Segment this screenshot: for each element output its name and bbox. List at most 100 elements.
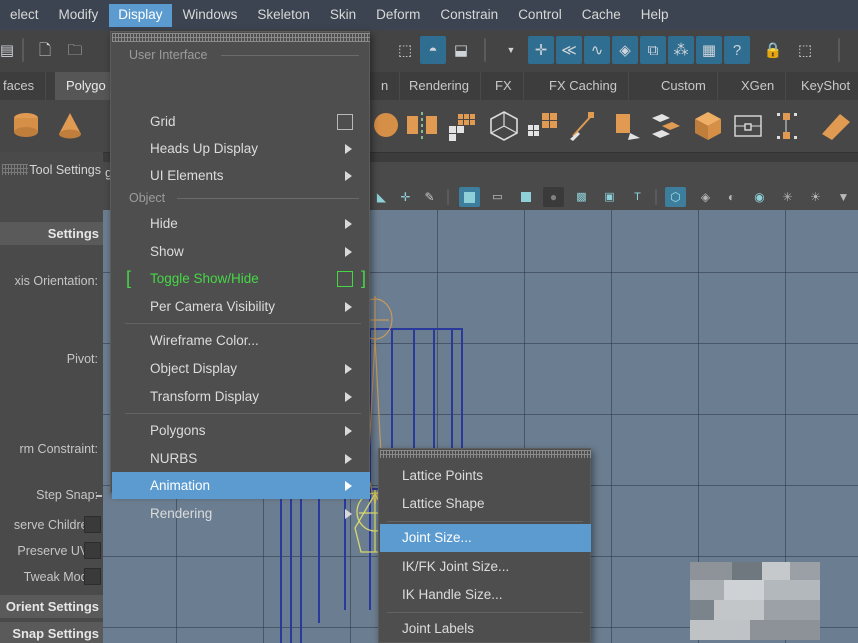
menu-item-animation[interactable]: Animation [112,472,370,499]
mask-dynamics-icon[interactable]: ⁂ [668,36,694,64]
transfer-attributes-shelf-icon[interactable] [772,108,808,144]
viewport-shading-icon[interactable]: ⬡ [665,187,686,207]
tool-settings-header-orient-settings[interactable]: Orient Settings [0,595,103,618]
submenu-item-lattice-points[interactable]: Lattice Points [380,462,591,490]
menu-skin[interactable]: Skin [321,4,365,27]
viewport-smooth-shade-icon[interactable]: ◐ [721,187,742,207]
submenu-item-joint-size[interactable]: Joint Size... [380,524,591,552]
mask-joints-icon[interactable]: ≪ [556,36,582,64]
open-scene-icon[interactable]: 🗋 [32,36,58,64]
poly-cone-shelf-icon[interactable] [52,108,88,144]
display-dropdown-menu[interactable]: User Interface Grid Heads Up Display UI … [110,31,370,521]
extrude-shelf-icon[interactable] [608,108,644,144]
shelf-tab-fx[interactable]: FX [484,72,524,100]
viewport-resolution-gate-icon[interactable] [515,187,536,207]
menu-skeleton[interactable]: Skeleton [248,4,319,27]
viewport-paint-icon[interactable]: ◣ [371,187,392,207]
animation-submenu[interactable]: Lattice Points Lattice Shape Joint Size.… [378,448,591,643]
menu-item-grid[interactable]: Grid [112,108,370,135]
viewport-brush-icon[interactable]: ✎ [419,187,440,207]
viewport-xray-icon[interactable]: ▩ [571,187,592,207]
multi-cut-shelf-icon[interactable] [444,108,480,144]
mask-dropdown-icon[interactable]: ▼ [498,36,524,64]
viewport-gate-mask-icon[interactable]: ● [543,187,564,207]
menu-item-show[interactable]: Show [112,238,370,265]
submenu-item-lattice-shape[interactable]: Lattice Shape [380,490,591,518]
viewport-lighting-icon[interactable]: ✳ [777,187,798,207]
poly-sphere-shelf-icon[interactable] [368,108,404,144]
menu-display[interactable]: Display [109,3,172,27]
sculpt-brush-shelf-icon[interactable] [566,108,602,144]
mirror-geometry-shelf-icon[interactable] [404,108,440,144]
submenu-item-joint-labels[interactable]: Joint Labels [380,615,591,643]
viewport-aa-icon[interactable]: ▼ [833,187,854,207]
viewport-wireframe-icon[interactable]: ◈ [695,187,716,207]
boolean-shelf-icon[interactable] [648,108,684,144]
menu-constrain[interactable]: Constrain [431,4,507,27]
mask-handles-icon[interactable]: ✛ [528,36,554,64]
poly-cylinder-shelf-icon[interactable] [8,108,44,144]
menu-item-object-display[interactable]: Object Display [112,355,370,382]
menu-item-ui-elements[interactable]: UI Elements [112,162,370,189]
menu-item-hide[interactable]: Hide [112,210,370,237]
viewport-film-gate-icon[interactable]: ▭ [487,187,508,207]
menu-item-wireframe-color[interactable]: Wireframe Color... [112,327,370,354]
shelf-tab-keyshot[interactable]: KeyShot [790,72,858,100]
combine-shelf-icon[interactable] [690,108,726,144]
mask-curves-icon[interactable]: ∿ [584,36,610,64]
shelf-tab-polygo[interactable]: Polygo [55,72,118,100]
menu-cache[interactable]: Cache [573,4,630,27]
mask-deformers-icon[interactable]: ⧉ [640,36,666,64]
menu-item-toggle-show-hide[interactable]: [ Toggle Show/Hide ] [112,265,370,292]
shelf-tab-custom[interactable]: Custom [650,72,718,100]
lock-selection-icon[interactable]: 🔒 [760,36,786,64]
bevel-shelf-icon[interactable] [818,108,854,144]
mask-surfaces-icon[interactable]: ◈ [612,36,638,64]
menu-item-rendering[interactable]: Rendering [112,500,370,527]
save-scene-icon[interactable]: 🗀 [62,36,88,64]
menu-item-per-camera-visibility[interactable]: Per Camera Visibility [112,293,370,320]
poly-cube-wire-shelf-icon[interactable] [486,108,522,144]
shelf-tab-xgen[interactable]: XGen [730,72,787,100]
submenu-item-ik-handle-size[interactable]: IK Handle Size... [380,581,591,609]
quad-draw-shelf-icon[interactable] [524,108,560,144]
viewport-move-icon[interactable]: ✛ [395,187,416,207]
submenu-tearoff-handle[interactable] [380,450,591,458]
tweak-mode-checkbox[interactable] [84,568,101,585]
menu-item-heads-up-display[interactable]: Heads Up Display [112,135,370,162]
preserve-uvs-checkbox[interactable] [84,542,101,559]
viewport-texture-icon[interactable]: T [627,187,648,207]
highlight-selection-icon[interactable]: ⬚ [792,36,818,64]
tool-settings-header-snap-settings[interactable]: Snap Settings [0,622,103,643]
toggle-show-hide-checkbox[interactable] [337,271,353,287]
viewport-shadows-icon[interactable]: ☀ [805,187,826,207]
select-by-hierarchy-icon[interactable]: ⬚ [392,36,418,64]
mask-misc-icon[interactable]: ? [724,36,750,64]
select-by-object-icon[interactable]: ◓ [420,36,446,64]
menu-item-transform-display[interactable]: Transform Display [112,383,370,410]
menu-windows[interactable]: Windows [174,4,247,27]
shelf-tab-faces[interactable]: faces [0,72,47,100]
menu-modify[interactable]: Modify [50,4,108,27]
menu-tearoff-handle[interactable] [112,33,370,42]
center-pivot-shelf-icon[interactable] [730,108,766,144]
menu-deform[interactable]: Deform [367,4,429,27]
grid-checkbox[interactable] [337,114,353,130]
shelf-tab-n[interactable]: n [370,72,401,100]
tool-settings-header-settings[interactable]: Settings [0,222,103,245]
preserve-children-checkbox[interactable] [84,516,101,533]
new-scene-icon[interactable]: ▤ [0,36,20,64]
menu-help[interactable]: Help [632,4,678,27]
shelf-tab-fx-caching[interactable]: FX Caching [538,72,629,100]
mask-rendering-icon[interactable]: ▦ [696,36,722,64]
shelf-tab-rendering[interactable]: Rendering [398,72,481,100]
select-by-component-icon[interactable]: ⬓ [448,36,474,64]
viewport-hardware-texture-icon[interactable]: ◉ [749,187,770,207]
submenu-item-ik-fk-joint-size[interactable]: IK/FK Joint Size... [380,553,591,581]
menu-elect[interactable]: elect [1,4,48,27]
viewport-grid-toggle-icon[interactable] [459,187,480,207]
menu-control[interactable]: Control [509,4,571,27]
menu-item-polygons[interactable]: Polygons [112,417,370,444]
menu-item-nurbs[interactable]: NURBS [112,445,370,472]
viewport-xray-joints-icon[interactable]: ▣ [599,187,620,207]
